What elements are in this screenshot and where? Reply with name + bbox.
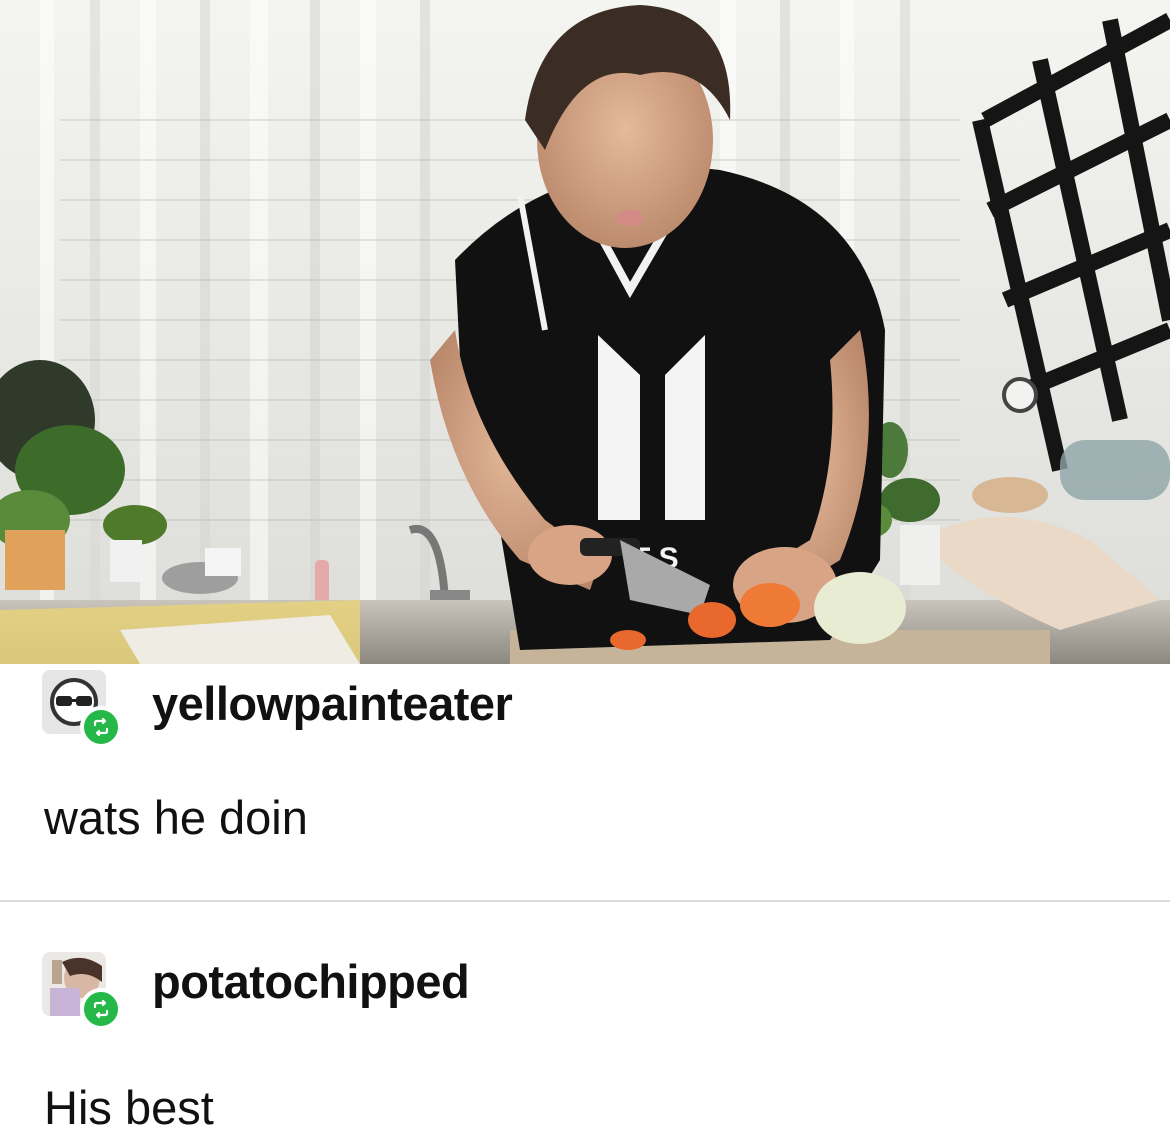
onion bbox=[814, 572, 906, 644]
user-avatar-group[interactable] bbox=[42, 670, 128, 756]
comment-text: wats he doin bbox=[44, 791, 308, 844]
post-photo: T S bbox=[0, 0, 1170, 664]
reblog-comment: yellowpainteater wats he doin bbox=[0, 664, 1170, 900]
user-avatar-group[interactable] bbox=[42, 952, 128, 1038]
kitchen-scene-image: T S bbox=[0, 0, 1170, 664]
reblog-badge bbox=[80, 706, 122, 748]
carrot-piece bbox=[688, 602, 736, 638]
reblog-comment: potatochipped His best bbox=[0, 902, 1170, 1133]
reblog-icon bbox=[93, 717, 109, 737]
username[interactable]: potatochipped bbox=[152, 958, 470, 1005]
reblog-icon bbox=[93, 999, 109, 1019]
username[interactable]: yellowpainteater bbox=[152, 680, 513, 727]
reblog-badge bbox=[80, 988, 122, 1030]
comment-text: His best bbox=[44, 1081, 214, 1134]
